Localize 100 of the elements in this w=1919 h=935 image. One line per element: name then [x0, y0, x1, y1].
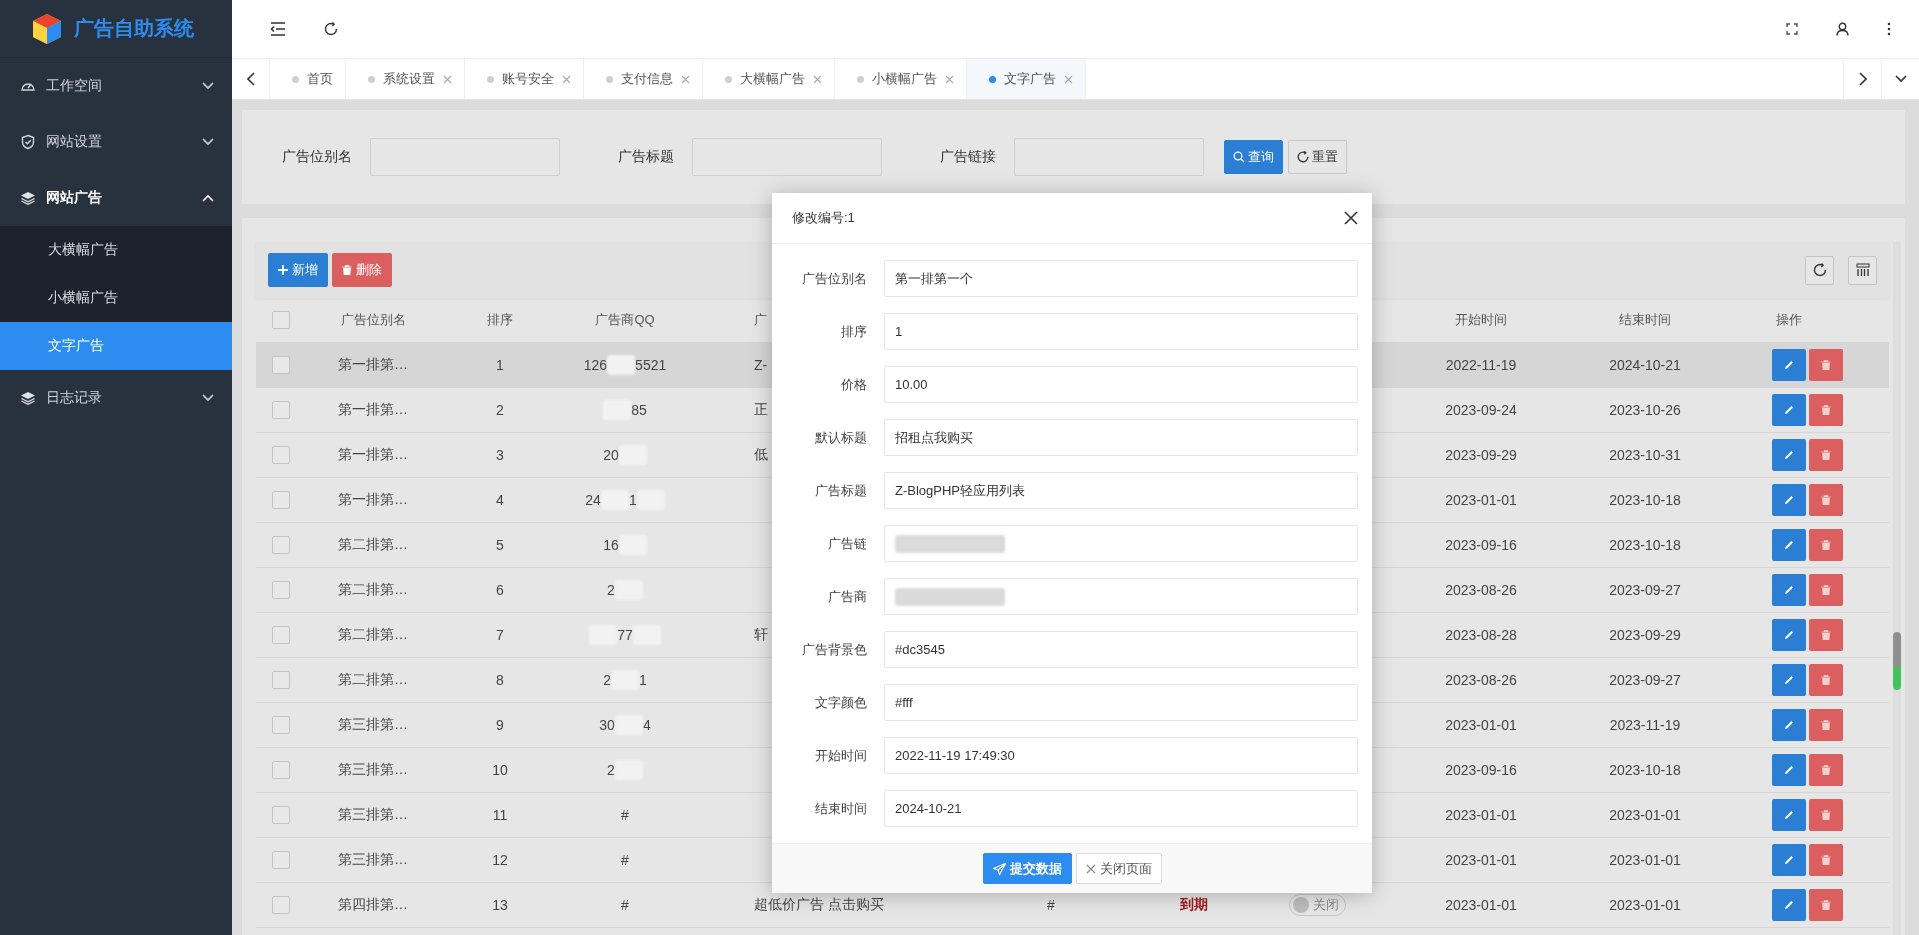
refresh-icon[interactable] — [324, 22, 338, 36]
fullscreen-icon[interactable] — [1786, 23, 1798, 35]
tab[interactable]: 支付信息 — [584, 59, 703, 99]
checkbox[interactable] — [272, 806, 290, 824]
table-cell-text: 2023-09-29 — [1444, 446, 1518, 465]
edit-button[interactable] — [1772, 799, 1806, 831]
checkbox[interactable] — [272, 761, 290, 779]
table-cell-text: 第二排第… — [337, 580, 409, 599]
input-field[interactable]: 2022-11-19 17:49:30 — [884, 737, 1358, 774]
table-cell: 4 — [642, 717, 651, 733]
add-button[interactable]: 新增 — [268, 253, 328, 287]
delete-button[interactable]: 删除 — [332, 253, 392, 287]
delete-button[interactable] — [1809, 529, 1843, 561]
delete-button[interactable] — [1809, 754, 1843, 786]
delete-button[interactable] — [1809, 799, 1843, 831]
sidebar-menu-item[interactable]: 网站广告 — [0, 170, 232, 226]
edit-button[interactable] — [1772, 709, 1806, 741]
table-cell-text: 4 — [495, 491, 505, 510]
shield-check-icon — [20, 134, 36, 150]
search-button[interactable]: 查询 — [1224, 140, 1283, 174]
checkbox[interactable] — [272, 581, 290, 599]
scrollbar[interactable] — [1893, 242, 1901, 935]
delete-button[interactable] — [1809, 889, 1843, 921]
checkbox[interactable] — [272, 491, 290, 509]
send-icon — [992, 862, 1006, 875]
chevron-left-icon[interactable] — [246, 72, 255, 86]
checkbox[interactable] — [272, 311, 290, 329]
delete-button[interactable] — [1809, 619, 1843, 651]
tab[interactable]: 系统设置 — [346, 59, 465, 99]
menu-fold-icon[interactable] — [270, 22, 286, 36]
input-field[interactable]: #dc3545 — [884, 631, 1358, 668]
checkbox[interactable] — [272, 626, 290, 644]
chevron-right-icon[interactable] — [1858, 72, 1867, 86]
chevron-down-icon[interactable] — [1894, 75, 1907, 83]
sidebar-submenu-item[interactable]: 大横幅广告 — [0, 226, 232, 274]
table-cell-text: # — [1046, 896, 1056, 915]
delete-button[interactable] — [1809, 394, 1843, 426]
input-field[interactable]: 2024-10-21 — [884, 790, 1358, 827]
table-cell-text: 2022-11-19 — [1444, 356, 1518, 375]
edit-button[interactable] — [1772, 484, 1806, 516]
input-field[interactable]: 招租点我购买 — [884, 419, 1358, 456]
edit-button[interactable] — [1772, 394, 1806, 426]
refresh-button[interactable] — [1805, 255, 1834, 285]
input-field[interactable]: #fff — [884, 684, 1358, 721]
edit-button[interactable] — [1772, 754, 1806, 786]
edit-button[interactable] — [1772, 439, 1806, 471]
sidebar-menu-item[interactable]: 日志记录 — [0, 370, 232, 426]
delete-button[interactable] — [1809, 844, 1843, 876]
field-label: 排序 — [840, 322, 868, 341]
table-cell-text: 2023-10-18 — [1608, 761, 1682, 780]
input-field[interactable] — [692, 138, 882, 176]
table-cell-text: 2023-01-01 — [1608, 851, 1682, 870]
input-field[interactable]: 第一排第一个 — [884, 260, 1358, 297]
checkbox[interactable] — [272, 851, 290, 869]
edit-button[interactable] — [1772, 889, 1806, 921]
input-field[interactable]: Z-BlogPHP轻应用列表 — [884, 472, 1358, 509]
columns-button[interactable] — [1848, 255, 1877, 285]
edit-button[interactable] — [1772, 844, 1806, 876]
input-field[interactable] — [1014, 138, 1204, 176]
input-field[interactable] — [884, 525, 1358, 562]
user-icon[interactable] — [1836, 22, 1849, 36]
close-page-button[interactable]: 关闭页面 — [1075, 853, 1162, 884]
checkbox[interactable] — [272, 356, 290, 374]
more-vertical-icon[interactable] — [1887, 22, 1891, 36]
sidebar-menu-item[interactable]: 工作空间 — [0, 58, 232, 114]
pencil-icon — [1784, 360, 1794, 370]
edit-button[interactable] — [1772, 349, 1806, 381]
table-cell-text: 2023-01-01 — [1444, 851, 1518, 870]
table-cell-text: 3 — [495, 446, 505, 465]
tab[interactable]: 账号安全 — [465, 59, 584, 99]
sidebar-submenu-item[interactable]: 小横幅广告 — [0, 274, 232, 322]
input-field[interactable] — [884, 578, 1358, 615]
reset-button[interactable]: 重置 — [1288, 140, 1347, 174]
input-field[interactable]: 10.00 — [884, 366, 1358, 403]
checkbox[interactable] — [272, 536, 290, 554]
delete-button[interactable] — [1809, 574, 1843, 606]
tab[interactable]: 大横幅广告 — [703, 59, 835, 99]
checkbox[interactable] — [272, 716, 290, 734]
close-icon[interactable] — [1344, 211, 1358, 225]
field-label: 广告位别名 — [282, 148, 352, 166]
delete-button[interactable] — [1809, 664, 1843, 696]
table-cell-text: 2023-08-28 — [1444, 626, 1518, 645]
input-field[interactable]: 1 — [884, 313, 1358, 350]
checkbox[interactable] — [272, 401, 290, 419]
delete-button[interactable] — [1809, 439, 1843, 471]
edit-button[interactable] — [1772, 619, 1806, 651]
delete-button[interactable] — [1809, 349, 1843, 381]
column-header: 开始时间 — [1455, 311, 1507, 329]
edit-button[interactable] — [1772, 574, 1806, 606]
delete-button[interactable] — [1809, 484, 1843, 516]
tab[interactable]: 首页 — [270, 59, 346, 99]
edit-button[interactable] — [1772, 664, 1806, 696]
checkbox[interactable] — [272, 671, 290, 689]
table-cell-text: 2023-09-16 — [1444, 536, 1518, 555]
tab[interactable]: 文字广告 — [967, 59, 1086, 99]
checkbox[interactable] — [272, 446, 290, 464]
delete-button[interactable] — [1809, 709, 1843, 741]
checkbox[interactable] — [272, 896, 290, 914]
edit-button[interactable] — [1772, 529, 1806, 561]
sidebar-menu-item[interactable]: 网站设置 — [0, 114, 232, 170]
